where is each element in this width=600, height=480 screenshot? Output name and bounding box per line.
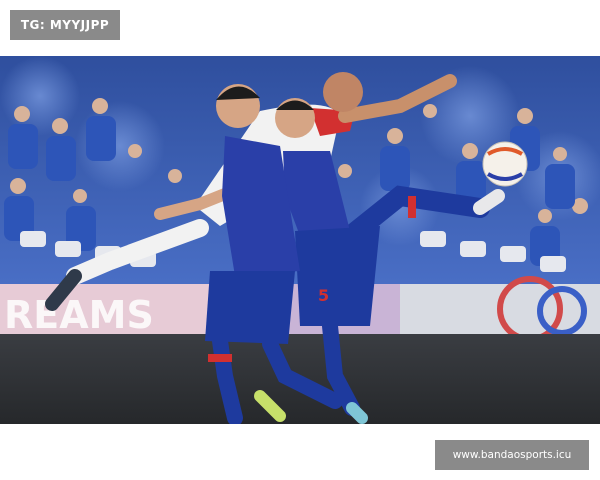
football (482, 141, 528, 187)
tg-tag-badge: TG: MYYJJPP (10, 10, 120, 40)
banner-text: REAMS (4, 293, 154, 337)
shirt-number: 5 (318, 286, 329, 305)
football-match-photo: REAMS 5 (0, 56, 600, 424)
website-watermark: www.bandaosports.icu (435, 440, 589, 470)
